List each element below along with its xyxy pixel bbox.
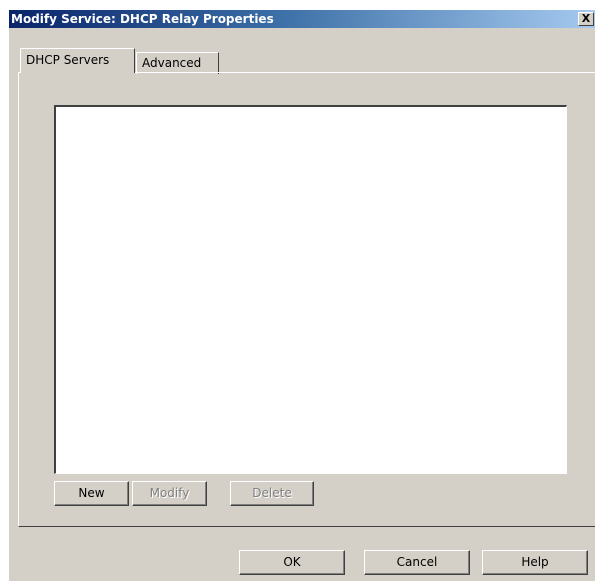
delete-button[interactable]: Delete <box>230 481 314 506</box>
ok-button[interactable]: OK <box>239 550 345 575</box>
modify-button[interactable]: Modify <box>132 481 207 506</box>
close-icon: X <box>581 12 591 25</box>
dhcp-servers-list[interactable] <box>54 105 567 474</box>
new-button[interactable]: New <box>54 481 129 506</box>
help-button[interactable]: Help <box>482 550 588 575</box>
cancel-button[interactable]: Cancel <box>364 550 470 575</box>
close-button[interactable]: X <box>578 12 594 26</box>
tab-advanced[interactable]: Advanced <box>136 52 219 74</box>
title-bar[interactable]: Modify Service: DHCP Relay Properties X <box>9 10 595 28</box>
window-title: Modify Service: DHCP Relay Properties <box>11 12 274 26</box>
tab-dhcp-servers[interactable]: DHCP Servers <box>20 48 135 73</box>
dhcp-relay-properties-dialog: Modify Service: DHCP Relay Properties X … <box>8 10 595 581</box>
